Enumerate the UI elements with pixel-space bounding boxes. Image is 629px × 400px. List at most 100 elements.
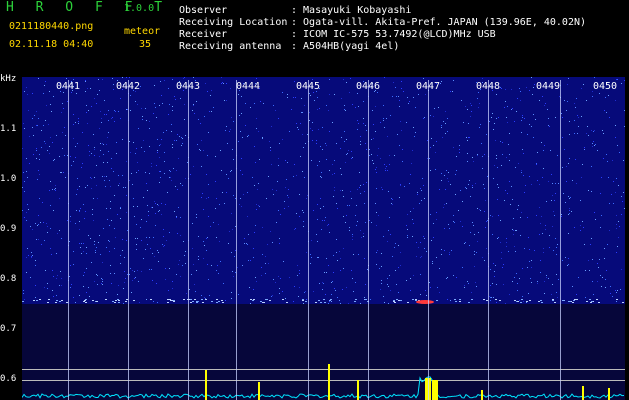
noise-dot [500, 242, 501, 243]
time-label: 0442 [116, 81, 141, 92]
noise-dot [296, 123, 297, 124]
noise-dot [176, 217, 177, 218]
noise-dot [609, 203, 610, 204]
noise-dot [180, 217, 181, 218]
noise-dot [454, 222, 455, 223]
noise-dot [144, 151, 145, 152]
noise-dot [546, 275, 547, 276]
echo-dot [83, 301, 85, 302]
noise-dot [605, 279, 606, 280]
noise-dot [557, 155, 558, 156]
noise-dot [551, 174, 552, 175]
noise-dot [33, 154, 34, 155]
noise-dot [479, 209, 480, 210]
echo-dot [84, 300, 86, 301]
noise-dot [297, 127, 298, 128]
noise-dot [265, 256, 266, 257]
noise-dot [477, 98, 478, 99]
noise-dot [453, 215, 454, 216]
noise-dot [477, 154, 478, 155]
noise-dot [425, 290, 426, 291]
noise-dot [443, 121, 444, 122]
noise-dot [592, 146, 593, 147]
noise-dot [544, 281, 545, 282]
noise-dot [256, 209, 257, 210]
noise-dot [556, 254, 557, 255]
noise-dot [163, 236, 164, 237]
noise-dot [449, 254, 450, 255]
noise-dot [434, 108, 435, 109]
noise-dot [205, 298, 206, 299]
noise-dot [103, 228, 104, 229]
noise-dot [65, 135, 66, 136]
noise-dot [105, 186, 106, 187]
echo-dot [125, 301, 127, 302]
noise-dot [470, 103, 471, 104]
noise-dot [333, 196, 334, 197]
noise-dot [270, 231, 271, 232]
noise-dot [554, 200, 555, 201]
noise-dot [393, 82, 394, 83]
noise-dot [309, 120, 310, 121]
noise-dot [95, 250, 96, 251]
noise-dot [28, 209, 29, 210]
noise-dot [470, 116, 471, 117]
noise-dot [158, 261, 159, 262]
noise-dot [334, 288, 335, 289]
noise-dot [168, 114, 169, 115]
noise-dot [52, 142, 53, 143]
noise-dot [256, 78, 257, 79]
noise-dot [94, 244, 95, 245]
noise-dot [580, 230, 581, 231]
noise-dot [79, 221, 80, 222]
noise-dot [49, 91, 50, 92]
noise-dot [314, 100, 315, 101]
noise-dot [599, 93, 600, 94]
noise-dot [310, 254, 311, 255]
noise-dot [73, 251, 74, 252]
noise-dot [417, 192, 418, 193]
noise-dot [182, 138, 183, 139]
noise-dot [159, 105, 160, 106]
noise-dot [589, 270, 590, 271]
noise-dot [356, 225, 357, 226]
noise-dot [285, 187, 286, 188]
noise-dot [254, 185, 255, 186]
noise-dot [604, 258, 605, 259]
noise-dot [276, 222, 277, 223]
noise-dot [115, 237, 116, 238]
noise-dot [160, 171, 161, 172]
noise-dot [536, 164, 537, 165]
noise-dot [409, 183, 410, 184]
noise-dot [371, 154, 372, 155]
noise-dot [133, 206, 134, 207]
noise-dot [615, 137, 616, 138]
noise-dot [137, 270, 138, 271]
noise-dot [331, 294, 332, 295]
noise-dot [366, 182, 367, 183]
noise-dot [351, 270, 352, 271]
noise-dot [624, 80, 625, 81]
noise-dot [334, 173, 335, 174]
trace-spike [582, 386, 584, 400]
noise-dot [553, 250, 554, 251]
noise-dot [415, 107, 416, 108]
noise-dot [96, 103, 97, 104]
noise-dot [433, 145, 434, 146]
noise-dot [329, 170, 330, 171]
noise-dot [198, 301, 199, 302]
noise-dot [593, 294, 594, 295]
echo-dot [61, 300, 63, 301]
noise-dot [375, 169, 376, 170]
noise-dot [441, 127, 442, 128]
noise-dot [253, 289, 254, 290]
noise-dot [565, 202, 566, 203]
noise-dot [449, 252, 450, 253]
noise-dot [130, 95, 131, 96]
noise-dot [26, 158, 27, 159]
noise-dot [465, 242, 466, 243]
noise-dot [99, 156, 100, 157]
echo-dot [183, 299, 185, 300]
noise-dot [595, 144, 596, 145]
noise-dot [592, 259, 593, 260]
